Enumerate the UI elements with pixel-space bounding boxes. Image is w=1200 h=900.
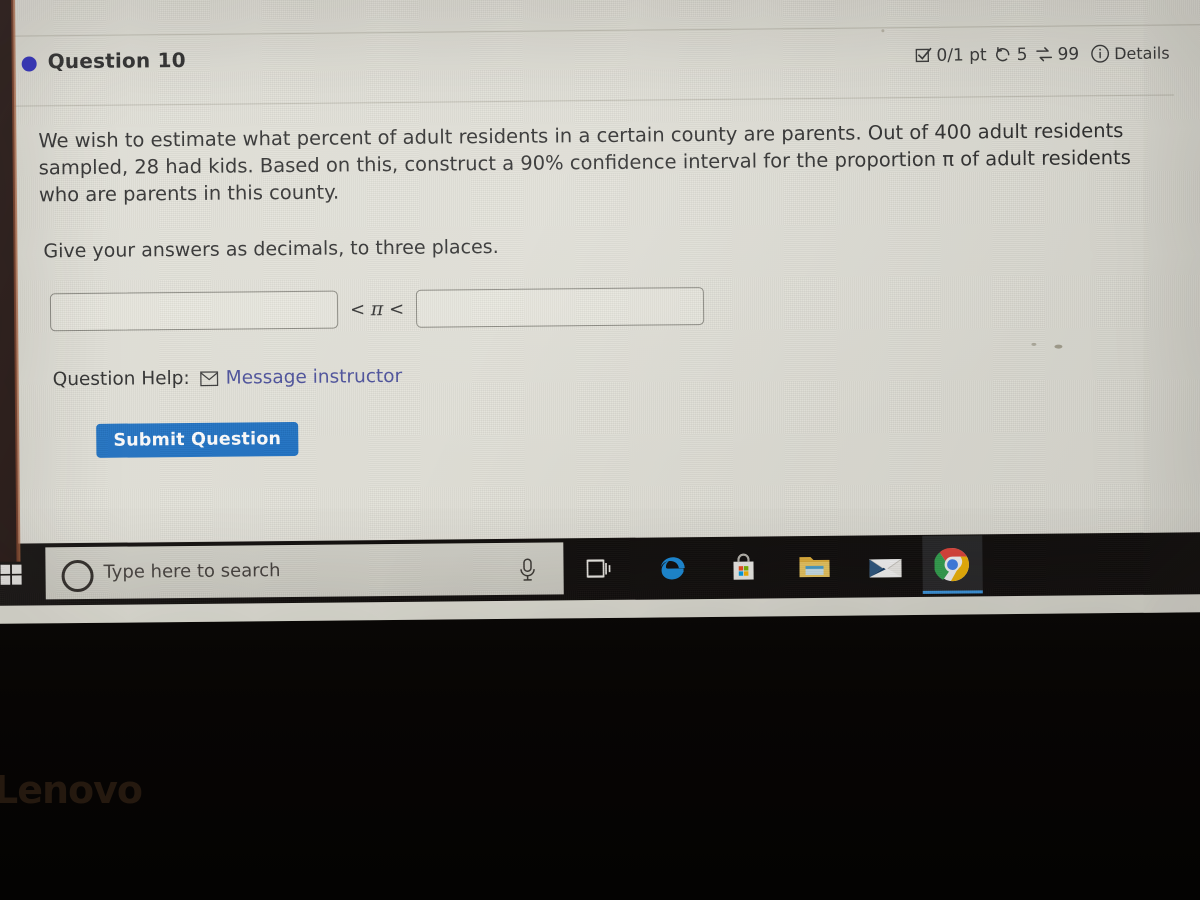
taskbar-item-store[interactable] xyxy=(723,547,763,587)
question-header-divider xyxy=(14,94,1175,107)
pi-symbol: π xyxy=(370,298,384,321)
taskbar-item-mail[interactable] xyxy=(865,546,905,586)
answer-input-row: < π < xyxy=(49,287,705,332)
question-instruction-text: Give your answers as decimals, to three … xyxy=(43,235,499,263)
undo-arrow-icon xyxy=(994,45,1013,64)
windows-taskbar: Type here to search xyxy=(0,532,1200,606)
details-button[interactable]: Details xyxy=(1089,43,1170,65)
screen-dust-speck xyxy=(1054,344,1063,349)
taskbar-item-task-view[interactable] xyxy=(578,549,618,589)
versions-value: 99 xyxy=(1057,43,1080,65)
screen-dust-speck xyxy=(1031,342,1037,346)
score-group: 0/1 pt xyxy=(913,44,987,66)
less-than-suffix: < xyxy=(389,298,405,321)
envelope-icon[interactable] xyxy=(200,370,219,386)
microphone-icon[interactable] xyxy=(517,558,537,586)
lower-bound-input[interactable] xyxy=(49,290,339,332)
inequality-separator: < π < xyxy=(349,298,405,321)
start-button[interactable] xyxy=(0,560,27,590)
lms-page: Question 10 0/1 pt 5 99 Details We wish … xyxy=(0,0,1200,562)
attempts-value: 5 xyxy=(1016,44,1028,65)
screen-dust-speck xyxy=(881,29,885,33)
less-than-prefix: < xyxy=(349,299,366,321)
question-content-area: Question 10 0/1 pt 5 99 Details We wish … xyxy=(13,0,1200,562)
question-help-row: Question Help: Message instructor xyxy=(53,366,403,390)
chrome-active-indicator xyxy=(922,590,983,594)
swap-arrows-icon xyxy=(1034,45,1053,64)
question-body-text: We wish to estimate what percent of adul… xyxy=(38,118,1131,207)
cortana-circle-icon[interactable] xyxy=(61,559,94,593)
laptop-bezel xyxy=(0,600,1200,900)
upper-bound-input[interactable] xyxy=(416,287,705,328)
question-meta-bar: 0/1 pt 5 99 Details xyxy=(913,43,1170,66)
checkbox-check-icon xyxy=(913,46,932,65)
details-label[interactable]: Details xyxy=(1114,44,1170,64)
taskbar-item-file-explorer[interactable] xyxy=(794,547,834,587)
lenovo-brand-logo: Lenovo xyxy=(0,768,143,812)
taskbar-item-chrome[interactable] xyxy=(922,535,983,594)
score-value: 0/1 pt xyxy=(936,44,987,66)
versions-group: 99 xyxy=(1034,44,1079,64)
info-circle-icon[interactable] xyxy=(1089,43,1110,64)
page-title: Question 10 xyxy=(47,47,186,74)
question-header: Question 10 0/1 pt 5 99 Details xyxy=(14,37,1174,98)
attempts-group: 5 xyxy=(994,44,1028,65)
question-help-label: Question Help: xyxy=(52,367,190,391)
taskbar-item-edge[interactable] xyxy=(652,548,692,588)
search-input[interactable]: Type here to search xyxy=(45,542,564,600)
message-instructor-label[interactable]: Message instructor xyxy=(226,366,403,389)
search-placeholder-label: Type here to search xyxy=(103,560,281,583)
message-instructor-link[interactable]: Message instructor xyxy=(200,366,403,389)
question-status-bullet xyxy=(21,56,37,72)
submit-question-button[interactable]: Submit Question xyxy=(96,421,299,458)
laptop-screen-photo: Lenovo Question 10 0/1 pt 5 99 Details W… xyxy=(0,0,1200,900)
screen-area: Question 10 0/1 pt 5 99 Details We wish … xyxy=(0,0,1200,624)
